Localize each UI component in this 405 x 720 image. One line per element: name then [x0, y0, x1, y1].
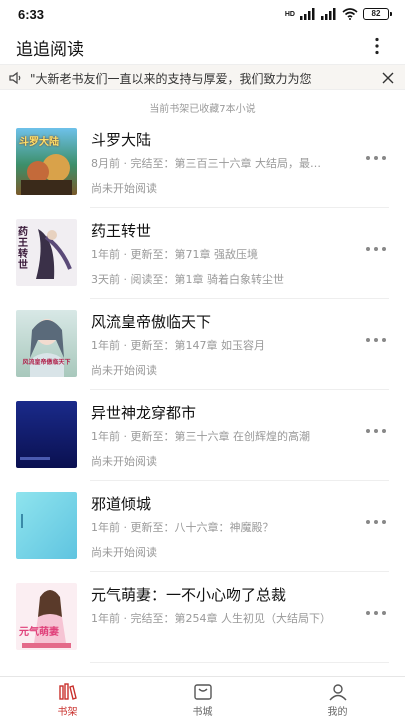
app-bar: 追追阅读	[0, 30, 405, 62]
app-title: 追追阅读	[16, 40, 84, 60]
book-cover[interactable]: 斗罗大陆	[16, 128, 77, 195]
book-read-progress: 3天前 · 阅读至：第1章 骑着白象转尘世	[91, 273, 284, 286]
book-item[interactable]: 斗罗大陆 斗罗大陆 8月前 · 完结至：第三百三十六章 大结局，最… 尚未开始阅…	[0, 117, 405, 208]
book-cover[interactable]: 元气萌妻	[16, 583, 77, 650]
cover-title: 风流皇帝傲临天下	[22, 359, 71, 366]
speaker-icon	[9, 71, 21, 85]
book-title[interactable]: 邪道倾城	[91, 493, 151, 514]
profile-icon	[328, 684, 347, 701]
bookstore-icon	[193, 684, 212, 700]
cover-title: 元气萌妻	[19, 627, 59, 638]
nav-label: 我的	[327, 707, 348, 718]
bottom-nav: 书架 书城 我的	[0, 676, 405, 720]
more-options-icon[interactable]	[367, 36, 387, 56]
book-read-progress: 尚未开始阅读	[91, 455, 157, 468]
book-read-progress: 尚未开始阅读	[91, 546, 157, 559]
book-title[interactable]: 斗罗大陆	[91, 129, 151, 150]
book-update-info: 8月前 · 完结至：第三百三十六章 大结局，最…	[91, 157, 321, 170]
book-read-progress: 尚未开始阅读	[91, 182, 157, 195]
cover-title: 斗罗大陆	[19, 137, 59, 148]
close-icon[interactable]	[381, 71, 395, 85]
nav-bookstore[interactable]: 书城	[135, 677, 270, 720]
cover-title: 药王转世	[18, 227, 28, 271]
status-icons: HD 82	[284, 8, 392, 20]
more-icon[interactable]	[365, 244, 387, 254]
book-item[interactable]: 邪道倾城 1年前 · 更新至：八十六章：神魔殿？ 尚未开始阅读	[0, 481, 405, 572]
status-time: 6:33	[18, 7, 45, 22]
book-cover[interactable]	[16, 401, 77, 468]
book-cover[interactable]: 药王转世	[16, 219, 77, 286]
signal-icon-2	[321, 8, 336, 20]
nav-label: 书架	[57, 707, 78, 718]
book-title[interactable]: 元气萌妻：一不小心吻了总裁	[91, 584, 286, 605]
book-item[interactable]: 异世神龙穿都市 1年前 · 更新至：第三十六章 在创辉煌的高潮 尚未开始阅读	[0, 390, 405, 481]
book-cover[interactable]: 风流皇帝傲临天下	[16, 310, 77, 377]
battery-indicator: 82	[363, 8, 392, 20]
book-list: 斗罗大陆 斗罗大陆 8月前 · 完结至：第三百三十六章 大结局，最… 尚未开始阅…	[0, 117, 405, 663]
notice-text: "大新老书友们一直以来的支持与厚爱，我们致力为您	[30, 72, 312, 86]
more-icon[interactable]	[365, 608, 387, 618]
bookshelf-icon	[58, 683, 77, 700]
signal-icon	[300, 8, 315, 20]
notice-bar: "大新老书友们一直以来的支持与厚爱，我们致力为您	[0, 64, 405, 90]
shelf-count: 当前书架已收藏7本小说	[149, 104, 256, 115]
more-icon[interactable]	[365, 426, 387, 436]
wifi-icon	[342, 8, 358, 20]
book-update-info: 1年前 · 更新至：第71章 强敌压境	[91, 248, 258, 261]
book-read-progress: 尚未开始阅读	[91, 364, 157, 377]
book-title[interactable]: 药王转世	[91, 220, 151, 241]
book-item[interactable]: 元气萌妻 元气萌妻：一不小心吻了总裁 1年前 · 完结至：第254章 人生初见（…	[0, 572, 405, 663]
nav-profile[interactable]: 我的	[270, 677, 405, 720]
book-update-info: 1年前 · 更新至：第三十六章 在创辉煌的高潮	[91, 430, 310, 443]
nav-bookshelf[interactable]: 书架	[0, 677, 135, 720]
nav-label: 书城	[192, 707, 213, 718]
book-cover[interactable]	[16, 492, 77, 559]
more-icon[interactable]	[365, 335, 387, 345]
more-icon[interactable]	[365, 517, 387, 527]
book-item[interactable]: 风流皇帝傲临天下 风流皇帝傲临天下 1年前 · 更新至：第147章 如玉容月 尚…	[0, 299, 405, 390]
status-bar: 6:33 HD 82	[0, 0, 405, 30]
book-title[interactable]: 异世神龙穿都市	[91, 402, 196, 423]
book-update-info: 1年前 · 更新至：第147章 如玉容月	[91, 339, 265, 352]
book-update-info: 1年前 · 更新至：八十六章：神魔殿？	[91, 521, 274, 534]
book-title[interactable]: 风流皇帝傲临天下	[91, 311, 211, 332]
more-icon[interactable]	[365, 153, 387, 163]
network-type: HD	[284, 10, 295, 18]
book-update-info: 1年前 · 完结至：第254章 人生初见（大结局下）	[91, 612, 331, 625]
book-item[interactable]: 药王转世 药王转世 1年前 · 更新至：第71章 强敌压境 3天前 · 阅读至：…	[0, 208, 405, 299]
